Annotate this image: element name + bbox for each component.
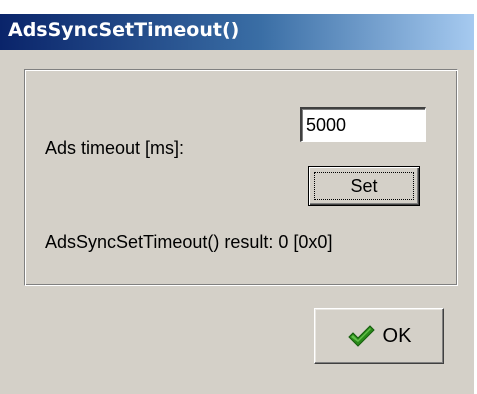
title-bar[interactable]: AdsSyncSetTimeout()	[0, 14, 474, 50]
ok-button[interactable]: OK	[314, 308, 444, 364]
window-title: AdsSyncSetTimeout()	[8, 19, 240, 41]
dialog-window: AdsSyncSetTimeout() Ads timeout [ms]: Se…	[0, 0, 477, 394]
result-text: AdsSyncSetTimeout() result: 0 [0x0]	[45, 232, 333, 252]
checkmark-icon	[347, 324, 375, 348]
set-button[interactable]: Set	[308, 166, 420, 206]
set-button-focus-rect: Set	[314, 172, 414, 200]
ok-button-label: OK	[382, 324, 412, 347]
timeout-group-box: Ads timeout [ms]: Set AdsSyncSetTimeout(…	[24, 69, 458, 286]
timeout-input[interactable]	[300, 107, 426, 142]
set-button-label: Set	[350, 175, 378, 196]
timeout-label: Ads timeout [ms]:	[45, 138, 185, 158]
dialog-client-area: Ads timeout [ms]: Set AdsSyncSetTimeout(…	[0, 50, 474, 394]
